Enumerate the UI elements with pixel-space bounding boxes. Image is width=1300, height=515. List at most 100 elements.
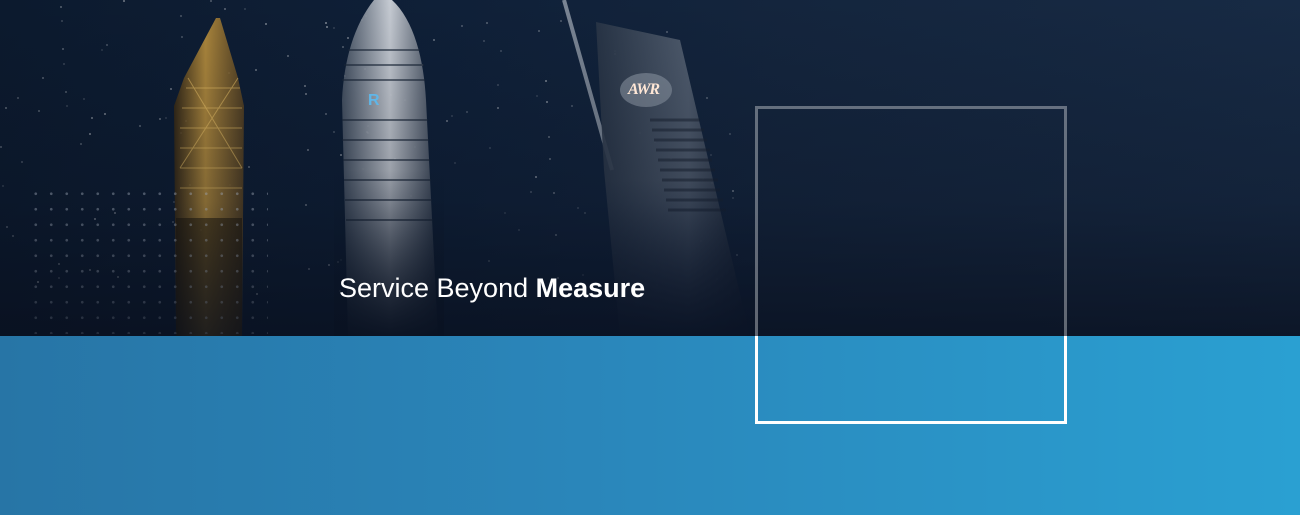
star-dot — [538, 30, 540, 32]
star-dot — [61, 20, 63, 22]
star-dot — [729, 133, 731, 135]
star-dot — [545, 80, 547, 82]
star-dot — [17, 97, 19, 99]
star-dot — [159, 118, 161, 120]
star-dot — [536, 95, 538, 97]
star-dot — [340, 259, 342, 261]
star-dot — [248, 166, 250, 168]
outline-square-bottom — [755, 336, 1067, 424]
star-dot — [89, 133, 91, 135]
star-dot — [366, 131, 368, 133]
star-dot — [333, 27, 335, 29]
night-sky-stars — [0, 0, 1300, 336]
star-dot — [657, 103, 659, 105]
star-dot — [123, 0, 125, 2]
star-dot — [639, 132, 641, 134]
star-dot — [446, 120, 448, 122]
star-dot — [173, 201, 175, 203]
star-dot — [577, 207, 579, 209]
star-dot — [326, 26, 328, 28]
star-dot — [461, 25, 463, 27]
star-dot — [614, 252, 616, 254]
blue-gradient-band — [0, 336, 1300, 515]
star-dot — [287, 55, 289, 57]
star-dot — [504, 212, 506, 214]
star-dot — [229, 184, 231, 186]
star-dot — [200, 229, 202, 231]
star-dot — [66, 105, 68, 107]
star-dot — [224, 8, 226, 10]
star-dot — [454, 162, 456, 164]
star-dot — [614, 50, 616, 52]
star-dot — [518, 229, 520, 231]
star-dot — [304, 85, 306, 87]
star-dot — [170, 88, 172, 90]
star-dot — [535, 176, 537, 178]
star-dot — [2, 185, 4, 187]
star-dot — [172, 221, 174, 223]
star-dot — [584, 212, 586, 214]
star-dot — [365, 15, 367, 17]
star-dot — [180, 15, 182, 17]
star-dot — [410, 195, 412, 197]
star-dot — [361, 19, 363, 21]
star-dot — [390, 94, 392, 96]
star-dot — [546, 101, 548, 103]
star-dot — [548, 136, 550, 138]
star-dot — [265, 23, 267, 25]
star-dot — [308, 268, 310, 270]
star-dot — [139, 125, 141, 127]
star-dot — [367, 132, 369, 134]
star-dot — [711, 182, 713, 184]
star-dot — [666, 31, 668, 33]
star-dot — [256, 293, 258, 295]
star-dot — [702, 178, 704, 180]
star-dot — [710, 154, 712, 156]
star-dot — [91, 117, 93, 119]
star-dot — [433, 39, 435, 41]
star-dot — [80, 143, 82, 145]
star-dot — [114, 212, 116, 214]
star-dot — [489, 147, 491, 149]
star-dot — [671, 179, 673, 181]
star-dot — [483, 40, 485, 42]
golden-tower-image — [174, 18, 244, 336]
star-dot — [83, 98, 85, 100]
star-dot — [37, 281, 39, 283]
tower-sign-r: R — [368, 92, 380, 109]
star-dot — [65, 91, 67, 93]
star-dot — [58, 263, 60, 265]
star-dot — [555, 234, 557, 236]
star-dot — [21, 161, 23, 163]
star-dot — [180, 132, 182, 134]
star-dot — [414, 146, 416, 148]
star-dot — [497, 107, 499, 109]
star-dot — [663, 79, 665, 81]
star-dot — [101, 49, 103, 51]
star-dot — [117, 276, 119, 278]
star-dot — [362, 168, 364, 170]
decorative-dot-grid — [28, 186, 268, 334]
star-dot — [60, 6, 62, 8]
star-dot — [500, 50, 502, 52]
star-dot — [305, 93, 307, 95]
star-dot — [488, 260, 490, 262]
star-dot — [106, 44, 108, 46]
star-dot — [104, 113, 106, 115]
star-dot — [189, 184, 191, 186]
star-dot — [63, 63, 65, 65]
star-dot — [560, 20, 562, 22]
star-dot — [185, 120, 187, 122]
city-skyline-image: R AWR — [0, 0, 1300, 336]
star-dot — [305, 204, 307, 206]
star-dot — [421, 64, 423, 66]
star-dot — [210, 0, 212, 2]
star-dot — [656, 284, 658, 286]
star-dot — [333, 131, 335, 133]
star-dot — [340, 154, 342, 156]
star-dot — [367, 125, 369, 127]
star-dot — [530, 191, 532, 193]
star-dot — [325, 22, 327, 24]
star-dot — [89, 269, 91, 271]
star-dot — [347, 37, 349, 39]
